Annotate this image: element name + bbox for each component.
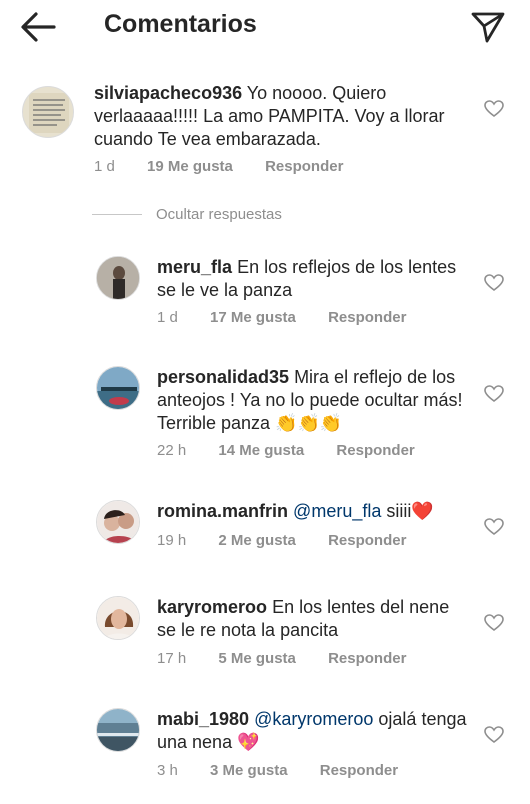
header: Comentarios xyxy=(0,0,530,60)
comment-text: romina.manfrin @meru_fla siiii❤️ xyxy=(157,500,471,523)
comment-meta: 1 d 17 Me gusta Responder xyxy=(157,309,406,326)
username[interactable]: personalidad35 xyxy=(157,367,289,387)
likes-count[interactable]: 19 Me gusta xyxy=(147,158,233,175)
heart-icon[interactable] xyxy=(484,726,504,744)
mention-link[interactable]: @meru_fla xyxy=(293,501,381,521)
timestamp: 17 h xyxy=(157,650,187,667)
avatar-image xyxy=(97,709,139,751)
hide-replies-button[interactable]: Ocultar respuestas xyxy=(156,206,282,223)
reply-button[interactable]: Responder xyxy=(265,158,343,175)
comment-text: meru_fla En los reflejos de los lentes s… xyxy=(157,256,471,302)
username[interactable]: meru_fla xyxy=(157,257,232,277)
avatar[interactable] xyxy=(96,596,140,640)
heart-icon[interactable] xyxy=(484,385,504,403)
likes-count[interactable]: 17 Me gusta xyxy=(210,309,296,326)
username[interactable]: romina.manfrin xyxy=(157,501,288,521)
comment-text: mabi_1980 @karyromeroo ojalá tenga una n… xyxy=(157,708,471,754)
timestamp: 1 d xyxy=(157,309,178,326)
heart-icon[interactable] xyxy=(484,274,504,292)
avatar[interactable] xyxy=(96,500,140,544)
clapping-hands-emoji: 👏👏👏 xyxy=(275,413,343,433)
arrow-left-icon[interactable] xyxy=(18,10,58,44)
comment-body: siiii xyxy=(381,501,412,521)
page-title: Comentarios xyxy=(104,10,257,38)
username[interactable]: mabi_1980 xyxy=(157,709,249,729)
comment-meta: 19 h 2 Me gusta Responder xyxy=(157,532,406,549)
avatar[interactable] xyxy=(96,708,140,752)
comment-meta: 1 d 19 Me gusta Responder xyxy=(94,158,343,175)
avatar[interactable] xyxy=(96,366,140,410)
comment-text: karyromeroo En los lentes del nene se le… xyxy=(157,596,471,642)
reply-button[interactable]: Responder xyxy=(328,309,406,326)
comment-text: silviapacheco936 Yo noooo. Quiero verlaa… xyxy=(94,82,466,151)
sparkling-heart-emoji: 💖 xyxy=(237,732,260,752)
timestamp: 19 h xyxy=(157,532,187,549)
heart-icon[interactable] xyxy=(484,100,504,118)
likes-count[interactable]: 2 Me gusta xyxy=(218,532,296,549)
timestamp: 22 h xyxy=(157,442,187,459)
username[interactable]: silviapacheco936 xyxy=(94,83,242,103)
reply-button[interactable]: Responder xyxy=(336,442,414,459)
avatar-image xyxy=(97,597,139,639)
reply-button[interactable]: Responder xyxy=(328,650,406,667)
paper-plane-icon[interactable] xyxy=(470,10,506,44)
heart-icon[interactable] xyxy=(484,518,504,536)
comment-meta: 22 h 14 Me gusta Responder xyxy=(157,442,415,459)
avatar[interactable] xyxy=(22,86,74,138)
divider-line xyxy=(92,214,142,215)
timestamp: 1 d xyxy=(94,158,115,175)
avatar-image xyxy=(29,93,69,133)
comment-text: personalidad35 Mira el reflejo de los an… xyxy=(157,366,471,435)
likes-count[interactable]: 14 Me gusta xyxy=(218,442,304,459)
reply-button[interactable]: Responder xyxy=(328,532,406,549)
heart-icon[interactable] xyxy=(484,614,504,632)
heart-emoji: ❤️ xyxy=(411,501,434,521)
comment-meta: 17 h 5 Me gusta Responder xyxy=(157,650,406,667)
avatar[interactable] xyxy=(96,256,140,300)
mention-link[interactable]: @karyromeroo xyxy=(254,709,373,729)
avatar-image xyxy=(97,257,139,299)
reply-button[interactable]: Responder xyxy=(320,762,398,779)
likes-count[interactable]: 3 Me gusta xyxy=(210,762,288,779)
timestamp: 3 h xyxy=(157,762,178,779)
username[interactable]: karyromeroo xyxy=(157,597,267,617)
comment-meta: 3 h 3 Me gusta Responder xyxy=(157,762,398,779)
avatar-image xyxy=(97,501,139,543)
likes-count[interactable]: 5 Me gusta xyxy=(218,650,296,667)
avatar-image xyxy=(97,367,139,409)
